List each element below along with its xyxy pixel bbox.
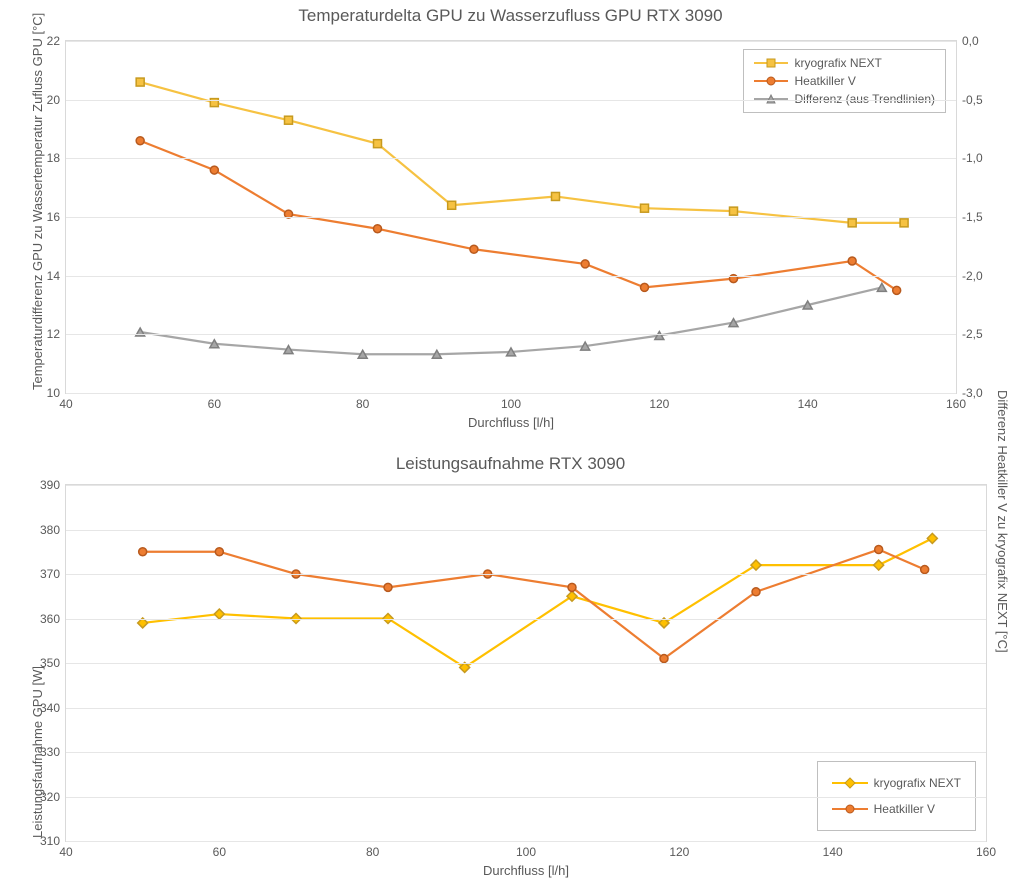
y-tick: 370 [40,567,60,581]
y-tick: 350 [40,656,60,670]
x-tick: 160 [946,397,966,411]
x-tick: 40 [59,397,72,411]
x-tick: 100 [501,397,521,411]
y-tick: 320 [40,790,60,804]
chart1-ylabel: Temperaturdifferenz GPU zu Wassertempera… [30,13,45,390]
chart-temperaturdelta: Temperaturdelta GPU zu Wasserzufluss GPU… [0,0,1021,440]
y2-tick: -2,0 [962,269,983,283]
x-tick: 80 [366,845,379,859]
chart1-legend: kryografix NEXT Heatkiller V Differenz (… [743,49,946,113]
x-tick: 60 [208,397,221,411]
y2-tick: -2,5 [962,327,983,341]
x-tick: 140 [798,397,818,411]
y2-tick: -0,5 [962,93,983,107]
y-tick: 10 [47,386,60,400]
y-tick: 380 [40,523,60,537]
series-line [143,538,933,667]
legend-item-heatkiller: Heatkiller V [750,72,939,90]
y-tick: 310 [40,834,60,848]
x-tick: 60 [213,845,226,859]
legend-item-kryografix: kryografix NEXT [828,770,965,796]
legend-label: Heatkiller V [874,802,935,816]
legend-label: kryografix NEXT [794,56,881,70]
legend-label: Heatkiller V [794,74,855,88]
x-tick: 120 [669,845,689,859]
chart1-xlabel: Durchfluss [l/h] [66,415,956,430]
x-tick: 140 [823,845,843,859]
y-tick: 14 [47,269,60,283]
legend-item-heatkiller: Heatkiller V [828,796,965,822]
y-tick: 360 [40,612,60,626]
legend-label: kryografix NEXT [874,776,961,790]
x-tick: 120 [649,397,669,411]
y-tick: 20 [47,93,60,107]
x-tick: 40 [59,845,72,859]
chart2-xlabel: Durchfluss [l/h] [66,863,986,878]
x-tick: 80 [356,397,369,411]
x-tick: 100 [516,845,536,859]
y-tick: 22 [47,34,60,48]
y-tick: 340 [40,701,60,715]
chart2-title: Leistungsaufnahme RTX 3090 [0,454,1021,474]
chart2-plot: Durchfluss [l/h] kryografix NEXT Heatkil… [65,484,987,842]
x-tick: 160 [976,845,996,859]
y-tick: 330 [40,745,60,759]
y-tick: 12 [47,327,60,341]
legend-item-kryografix: kryografix NEXT [750,54,939,72]
y-tick: 16 [47,210,60,224]
chart1-plot: Durchfluss [l/h] kryografix NEXT Heatkil… [65,40,957,394]
y-tick: 18 [47,151,60,165]
y-tick: 390 [40,478,60,492]
chart1-title: Temperaturdelta GPU zu Wasserzufluss GPU… [0,6,1021,26]
charts-wrapper: { "chart_data": [ { "type": "line", "tit… [0,0,1021,892]
y2-tick: 0,0 [962,34,979,48]
series-line [140,287,882,354]
chart-leistungsaufnahme: Leistungsaufnahme RTX 3090 Leistungsfauf… [0,450,1021,892]
y2-tick: -1,5 [962,210,983,224]
y2-tick: -1,0 [962,151,983,165]
